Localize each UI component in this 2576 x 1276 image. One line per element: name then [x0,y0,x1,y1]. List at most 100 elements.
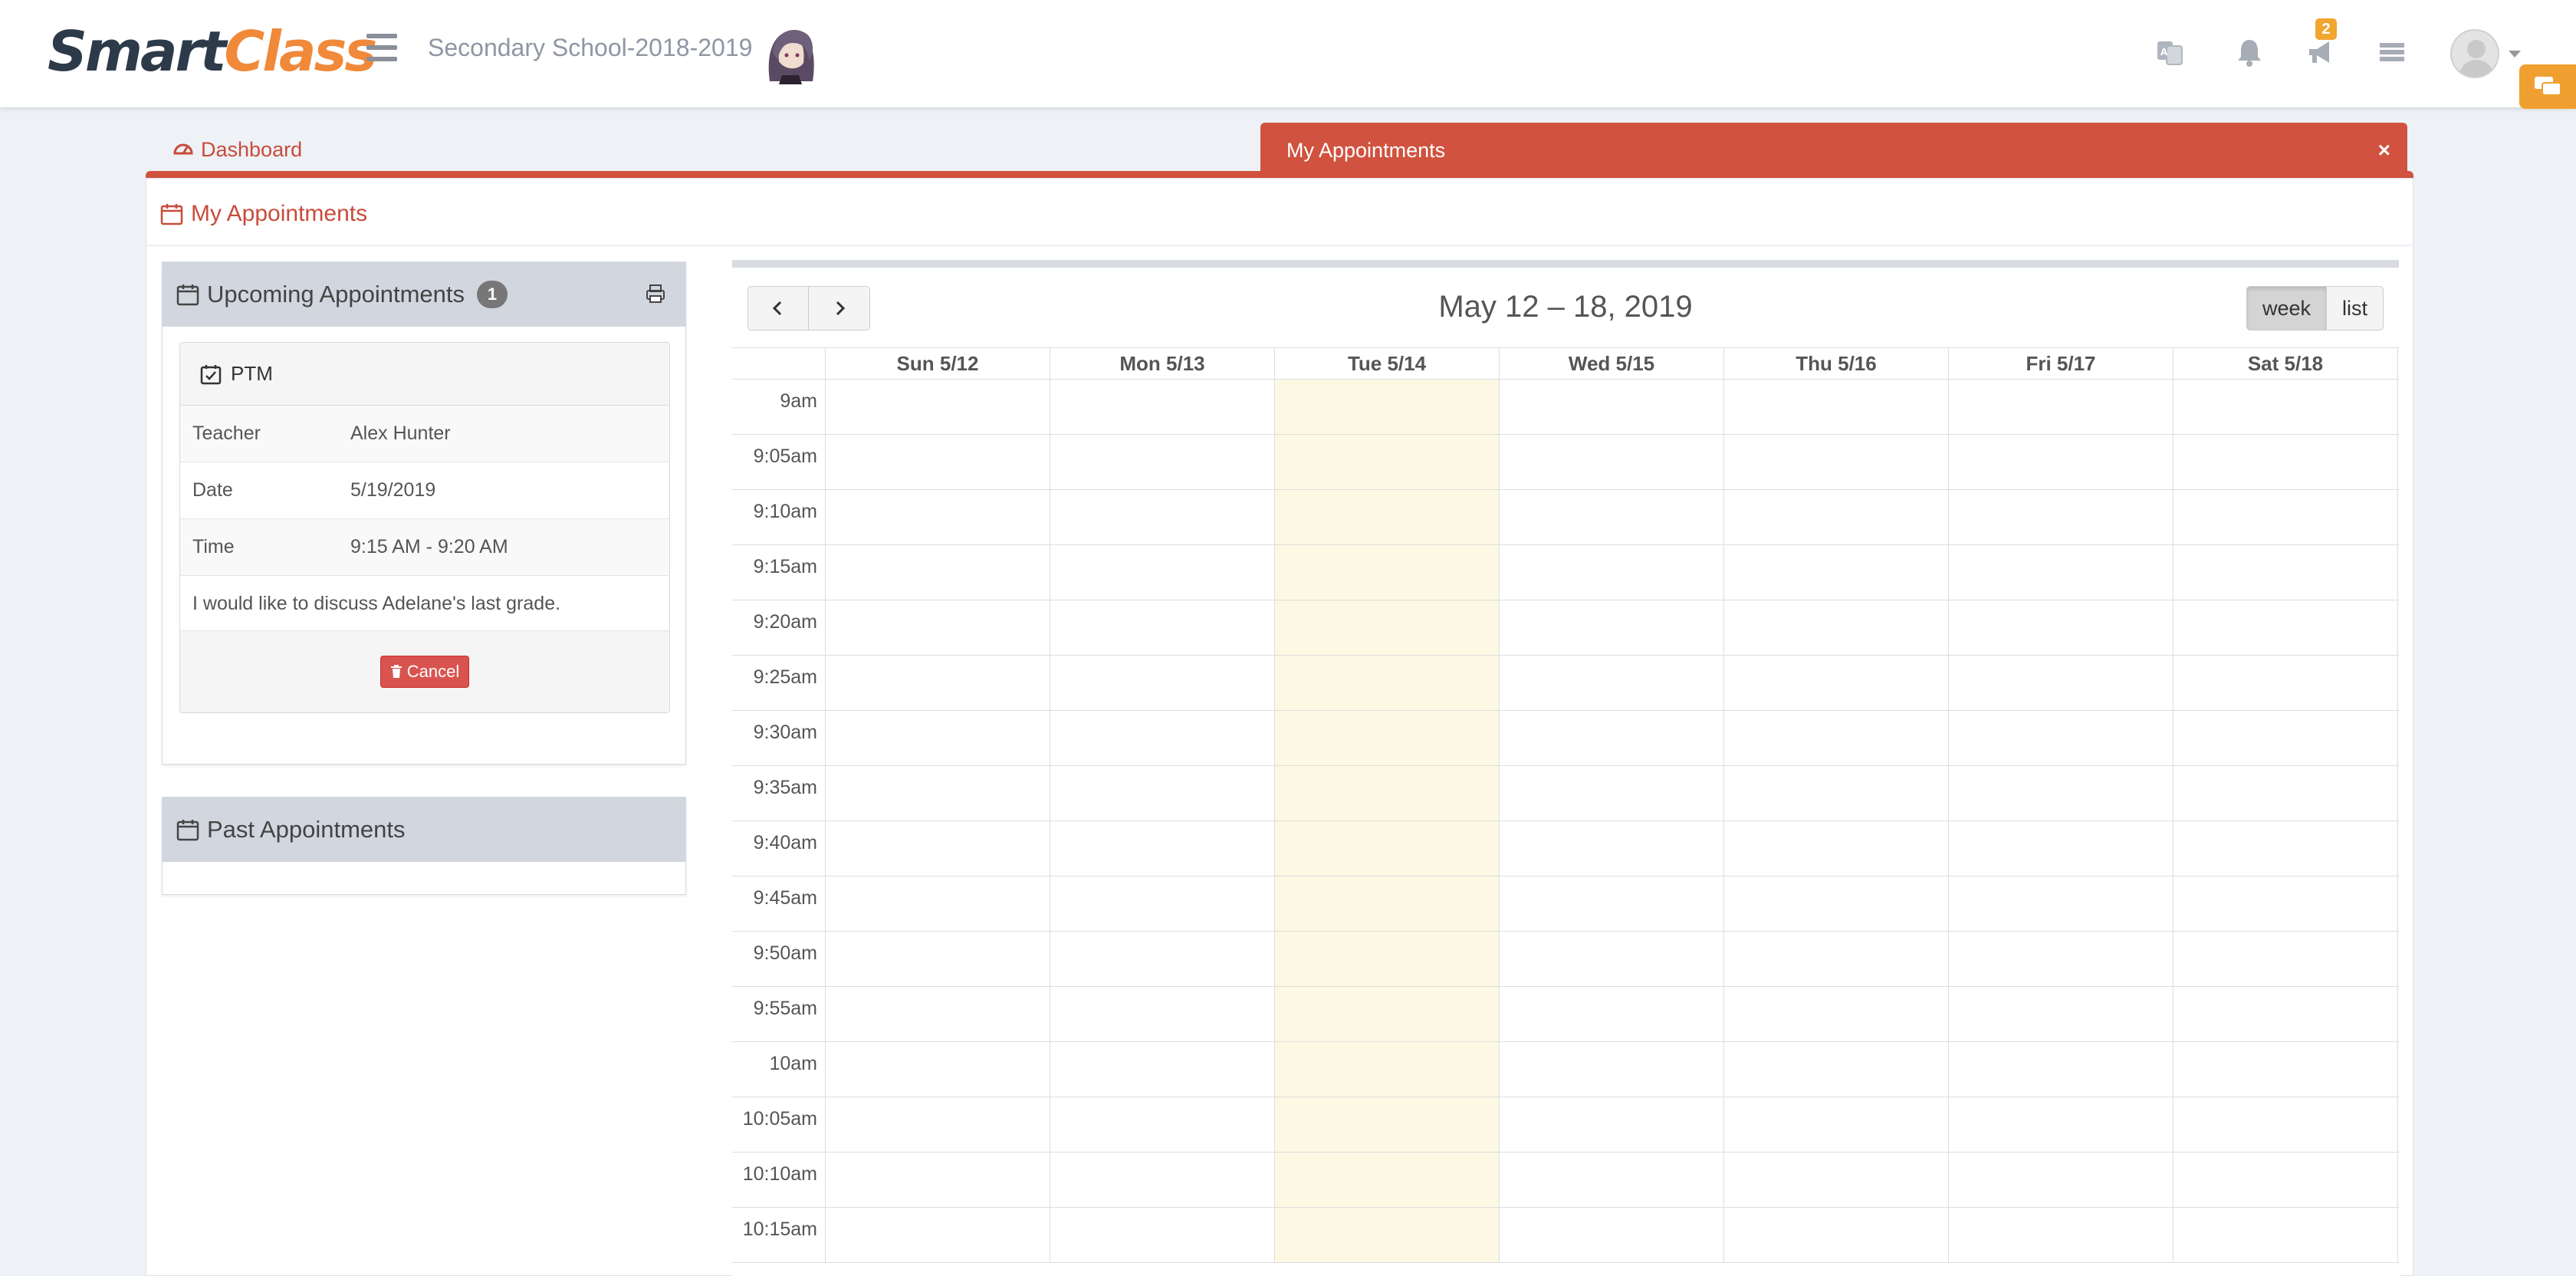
prev-week-button[interactable] [748,286,809,331]
time-slot-cell[interactable] [1724,490,1949,544]
time-slot-cell[interactable] [826,1042,1050,1097]
time-slot-cell[interactable] [1500,987,1724,1041]
time-slot-cell[interactable] [826,600,1050,655]
time-slot-cell[interactable] [1050,656,1275,710]
time-slot-cell[interactable] [1724,711,1949,765]
time-slot-cell[interactable] [1050,545,1275,600]
time-slot-cell[interactable] [1500,380,1724,434]
tab-my-appointments[interactable]: My Appointments × [1260,123,2407,178]
time-slot-cell[interactable] [1724,435,1949,489]
time-slot-cell[interactable] [1050,1153,1275,1207]
time-slot-cell[interactable] [1949,876,2174,931]
time-slot-cell[interactable] [2174,1208,2398,1262]
time-slot-cell[interactable] [1275,435,1500,489]
time-slot-cell[interactable] [1724,1097,1949,1152]
bell-icon[interactable] [2231,34,2268,71]
time-slot-cell[interactable] [1500,932,1724,986]
time-slot-cell[interactable] [1275,932,1500,986]
user-avatar[interactable] [2450,29,2499,78]
time-slot-cell[interactable] [1724,1153,1949,1207]
time-slot-cell[interactable] [1500,821,1724,876]
time-slot-cell[interactable] [1949,380,2174,434]
time-slot-cell[interactable] [2174,1097,2398,1152]
time-slot-cell[interactable] [1050,1042,1275,1097]
time-slot-cell[interactable] [2174,1042,2398,1097]
time-slot-cell[interactable] [2174,656,2398,710]
time-slot-cell[interactable] [1050,932,1275,986]
menu-toggle-icon[interactable] [366,34,397,61]
time-slot-cell[interactable] [826,987,1050,1041]
time-slot-cell[interactable] [1949,1097,2174,1152]
time-slot-cell[interactable] [1275,600,1500,655]
time-slot-cell[interactable] [1949,711,2174,765]
time-slot-cell[interactable] [1050,380,1275,434]
time-slot-cell[interactable] [2174,821,2398,876]
print-icon[interactable] [644,282,667,305]
tab-dashboard[interactable]: Dashboard [173,134,302,165]
time-slot-cell[interactable] [1949,490,2174,544]
time-slot-cell[interactable] [1050,987,1275,1041]
time-slot-cell[interactable] [826,435,1050,489]
time-slot-cell[interactable] [1050,766,1275,821]
time-slot-cell[interactable] [1050,1208,1275,1262]
time-slot-cell[interactable] [1500,1153,1724,1207]
time-slot-cell[interactable] [1500,876,1724,931]
time-slot-cell[interactable] [1050,711,1275,765]
time-slot-cell[interactable] [1724,821,1949,876]
time-slot-cell[interactable] [1724,656,1949,710]
time-slot-cell[interactable] [1949,435,2174,489]
time-slot-cell[interactable] [1500,711,1724,765]
time-slot-cell[interactable] [1949,987,2174,1041]
time-slot-cell[interactable] [1275,987,1500,1041]
time-slot-cell[interactable] [826,380,1050,434]
time-slot-cell[interactable] [826,711,1050,765]
time-slot-cell[interactable] [1724,380,1949,434]
time-slot-cell[interactable] [2174,711,2398,765]
time-slot-cell[interactable] [826,490,1050,544]
time-slot-cell[interactable] [1724,932,1949,986]
time-slot-cell[interactable] [1949,766,2174,821]
time-slot-cell[interactable] [1724,876,1949,931]
time-slot-cell[interactable] [1050,600,1275,655]
time-slot-cell[interactable] [1949,656,2174,710]
time-slot-cell[interactable] [1275,711,1500,765]
time-slot-cell[interactable] [1949,545,2174,600]
time-slot-cell[interactable] [1275,380,1500,434]
smartclass-logo[interactable]: SmartClass [48,17,377,86]
time-slot-cell[interactable] [2174,600,2398,655]
time-slot-cell[interactable] [1724,1042,1949,1097]
time-slot-cell[interactable] [1724,545,1949,600]
translate-icon[interactable]: A [2151,34,2188,71]
time-slot-cell[interactable] [1050,435,1275,489]
time-slot-cell[interactable] [1050,821,1275,876]
time-slot-cell[interactable] [826,545,1050,600]
cancel-appointment-button[interactable]: Cancel [380,656,470,688]
time-slot-cell[interactable] [1500,1208,1724,1262]
time-slot-cell[interactable] [1275,1097,1500,1152]
time-slot-cell[interactable] [1724,600,1949,655]
time-slot-cell[interactable] [1275,821,1500,876]
time-slot-cell[interactable] [1500,490,1724,544]
time-slot-cell[interactable] [1949,932,2174,986]
next-week-button[interactable] [809,286,870,331]
time-slot-cell[interactable] [1050,1097,1275,1152]
time-slot-cell[interactable] [2174,490,2398,544]
time-slot-cell[interactable] [1724,766,1949,821]
chevron-down-icon[interactable] [2509,51,2521,58]
time-slot-cell[interactable] [1275,876,1500,931]
list-view-icon[interactable] [2374,34,2410,71]
time-slot-cell[interactable] [1949,1208,2174,1262]
time-slot-cell[interactable] [1500,1097,1724,1152]
time-slot-cell[interactable] [2174,380,2398,434]
time-slot-cell[interactable] [1500,545,1724,600]
time-slot-cell[interactable] [1275,1208,1500,1262]
time-slot-cell[interactable] [1050,490,1275,544]
time-slot-cell[interactable] [1275,490,1500,544]
time-slot-cell[interactable] [2174,1153,2398,1207]
time-slot-cell[interactable] [2174,876,2398,931]
time-slot-cell[interactable] [1500,435,1724,489]
time-slot-cell[interactable] [826,656,1050,710]
time-slot-cell[interactable] [1500,600,1724,655]
time-slot-cell[interactable] [826,821,1050,876]
time-slot-cell[interactable] [1724,987,1949,1041]
